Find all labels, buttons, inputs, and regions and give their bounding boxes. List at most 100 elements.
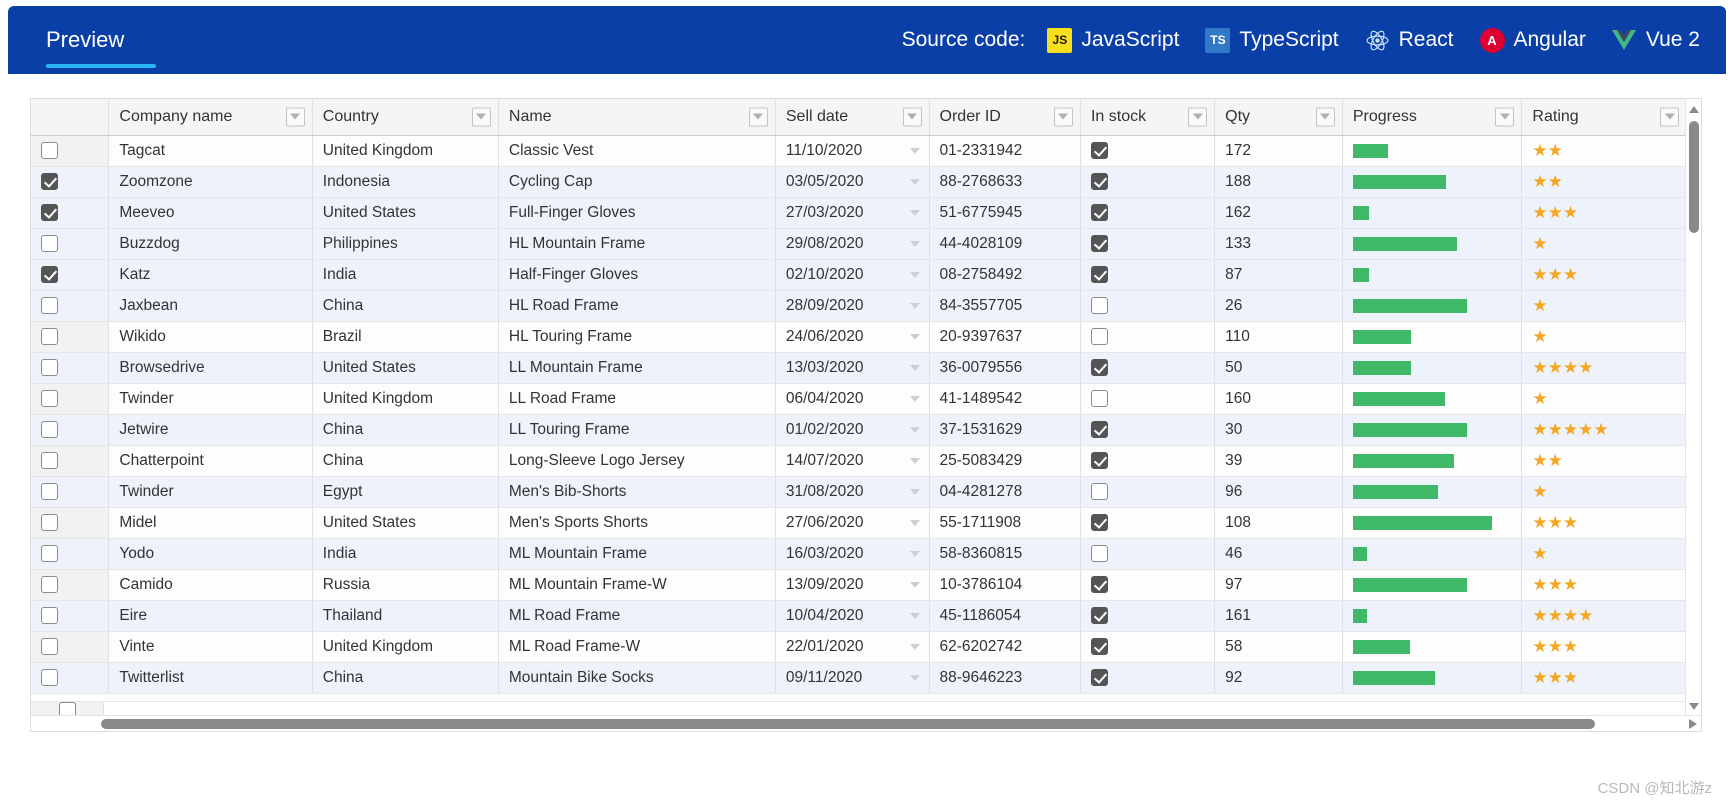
cell-select[interactable] (31, 321, 110, 353)
in-stock-checkbox[interactable] (1090, 327, 1108, 345)
cell-in-stock[interactable] (1080, 476, 1216, 508)
filter-dropdown-icon[interactable] (471, 107, 491, 127)
cell-select[interactable] (31, 662, 110, 694)
date-dropdown-icon[interactable] (909, 426, 920, 433)
in-stock-checkbox[interactable] (1090, 513, 1108, 531)
row-select-checkbox[interactable] (41, 327, 58, 345)
cell-sell-date[interactable]: 28/09/2020 (775, 290, 930, 322)
row-select-checkbox[interactable] (41, 575, 58, 593)
date-dropdown-icon[interactable] (909, 333, 920, 340)
table-row[interactable]: Twinder Egypt Men's Bib-Shorts 31/08/2020 04… (31, 476, 1687, 508)
cell-in-stock[interactable] (1080, 569, 1216, 601)
in-stock-checkbox[interactable] (1090, 141, 1108, 159)
vertical-scrollbar[interactable] (1685, 99, 1701, 717)
in-stock-checkbox[interactable] (1090, 358, 1108, 376)
cell-sell-date[interactable]: 06/04/2020 (775, 383, 930, 415)
cell-in-stock[interactable] (1080, 662, 1216, 694)
source-link-react[interactable]: React (1365, 28, 1454, 53)
source-link-javascript[interactable]: JS JavaScript (1047, 27, 1179, 53)
table-row[interactable]: Katz India Half-Finger Gloves 02/10/2020 08-… (31, 259, 1687, 291)
row-select-checkbox[interactable] (41, 358, 58, 376)
cell-select[interactable] (31, 259, 110, 291)
cell-select[interactable] (31, 228, 110, 260)
date-dropdown-icon[interactable] (909, 271, 920, 278)
table-row[interactable]: Wikido Brazil HL Touring Frame 24/06/2020 20… (31, 321, 1687, 353)
cell-in-stock[interactable] (1080, 600, 1216, 632)
table-row[interactable]: Jaxbean China HL Road Frame 28/09/2020 84-35… (31, 290, 1687, 322)
column-header-order[interactable]: Order ID (929, 99, 1081, 136)
row-select-checkbox[interactable] (41, 420, 58, 438)
horizontal-scroll-thumb[interactable] (101, 719, 1595, 729)
cell-select[interactable] (31, 166, 110, 198)
row-select-checkbox[interactable] (41, 234, 58, 252)
cell-select[interactable] (31, 383, 110, 415)
cell-select[interactable] (31, 569, 110, 601)
cell-in-stock[interactable] (1080, 166, 1216, 198)
cell-in-stock[interactable] (1080, 352, 1216, 384)
column-header-country[interactable]: Country (312, 99, 499, 136)
date-dropdown-icon[interactable] (909, 147, 920, 154)
table-row[interactable]: Meeveo United States Full-Finger Gloves 27/… (31, 197, 1687, 229)
cell-select[interactable] (31, 445, 110, 477)
cell-sell-date[interactable]: 13/09/2020 (775, 569, 930, 601)
scroll-down-arrow-icon[interactable] (1689, 703, 1699, 710)
in-stock-checkbox[interactable] (1090, 265, 1108, 283)
column-header-stock[interactable]: In stock (1080, 99, 1216, 136)
row-select-checkbox[interactable] (41, 513, 58, 531)
date-dropdown-icon[interactable] (909, 643, 920, 650)
date-dropdown-icon[interactable] (909, 457, 920, 464)
date-dropdown-icon[interactable] (909, 519, 920, 526)
tab-preview[interactable]: Preview (40, 6, 156, 74)
cell-sell-date[interactable]: 03/05/2020 (775, 166, 930, 198)
table-row[interactable]: Chatterpoint China Long-Sleeve Logo Jersey… (31, 445, 1687, 477)
cell-in-stock[interactable] (1080, 228, 1216, 260)
in-stock-checkbox[interactable] (1090, 637, 1108, 655)
cell-select[interactable] (31, 600, 110, 632)
vertical-scroll-thumb[interactable] (1689, 121, 1699, 233)
cell-select[interactable] (31, 631, 110, 663)
table-row[interactable]: Vinte United Kingdom ML Road Frame-W 22/01/… (31, 631, 1687, 663)
column-header-date[interactable]: Sell date (775, 99, 930, 136)
cell-in-stock[interactable] (1080, 507, 1216, 539)
filter-dropdown-icon[interactable] (285, 107, 305, 127)
cell-in-stock[interactable] (1080, 414, 1216, 446)
date-dropdown-icon[interactable] (909, 240, 920, 247)
cell-sell-date[interactable]: 02/10/2020 (775, 259, 930, 291)
cell-sell-date[interactable]: 01/02/2020 (775, 414, 930, 446)
table-row[interactable]: Camido Russia ML Mountain Frame-W 13/09/202… (31, 569, 1687, 601)
row-select-checkbox[interactable] (41, 389, 58, 407)
source-link-vue[interactable]: Vue 2 (1612, 28, 1700, 53)
date-dropdown-icon[interactable] (909, 612, 920, 619)
in-stock-checkbox[interactable] (1090, 234, 1108, 252)
column-header-name[interactable]: Name (498, 99, 776, 136)
in-stock-checkbox[interactable] (1090, 451, 1108, 469)
date-dropdown-icon[interactable] (909, 178, 920, 185)
cell-sell-date[interactable]: 24/06/2020 (775, 321, 930, 353)
cell-sell-date[interactable]: 13/03/2020 (775, 352, 930, 384)
in-stock-checkbox[interactable] (1090, 172, 1108, 190)
date-dropdown-icon[interactable] (909, 674, 920, 681)
cell-in-stock[interactable] (1080, 259, 1216, 291)
table-row[interactable]: Twitterlist China Mountain Bike Socks 09/11… (31, 662, 1687, 694)
in-stock-checkbox[interactable] (1090, 296, 1108, 314)
cell-in-stock[interactable] (1080, 290, 1216, 322)
table-row[interactable]: Twinder United Kingdom LL Road Frame 06/04/… (31, 383, 1687, 415)
row-select-checkbox[interactable] (41, 296, 58, 314)
cell-select[interactable] (31, 290, 110, 322)
cell-in-stock[interactable] (1080, 538, 1216, 570)
cell-select[interactable] (31, 507, 110, 539)
cell-sell-date[interactable]: 29/08/2020 (775, 228, 930, 260)
cell-in-stock[interactable] (1080, 321, 1216, 353)
in-stock-checkbox[interactable] (1090, 420, 1108, 438)
table-row[interactable]: Zoomzone Indonesia Cycling Cap 03/05/2020 88… (31, 166, 1687, 198)
cell-in-stock[interactable] (1080, 383, 1216, 415)
cell-sell-date[interactable]: 16/03/2020 (775, 538, 930, 570)
cell-sell-date[interactable]: 14/07/2020 (775, 445, 930, 477)
row-select-checkbox[interactable] (41, 141, 58, 159)
in-stock-checkbox[interactable] (1090, 606, 1108, 624)
scroll-up-arrow-icon[interactable] (1689, 106, 1699, 113)
in-stock-checkbox[interactable] (1090, 389, 1108, 407)
table-row[interactable]: Buzzdog Philippines HL Mountain Frame 29/08… (31, 228, 1687, 260)
cell-in-stock[interactable] (1080, 445, 1216, 477)
date-dropdown-icon[interactable] (909, 550, 920, 557)
